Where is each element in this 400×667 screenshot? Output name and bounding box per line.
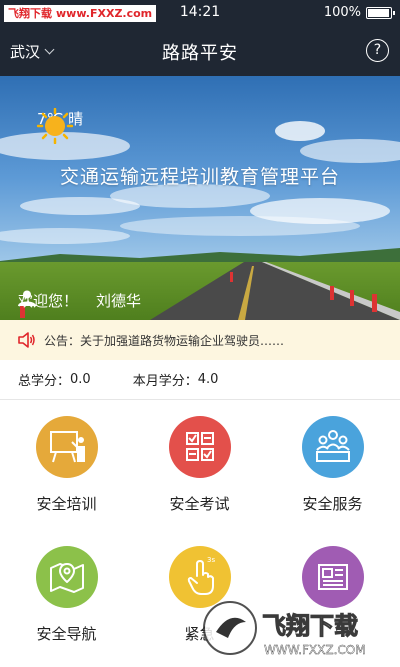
- grid-item-label: 安全培训: [36, 495, 97, 513]
- platform-title: 交通运输远程培训教育管理平台: [59, 166, 340, 188]
- map-pin-icon: [36, 546, 98, 608]
- page-title: 路路平安: [162, 43, 238, 64]
- battery-icon: [366, 6, 395, 19]
- grid-item-safety-exam[interactable]: 安全考试: [133, 400, 266, 530]
- svg-text:3s: 3s: [207, 556, 215, 564]
- grid-item-safety-training[interactable]: 安全培训: [0, 400, 133, 530]
- month-credits-value: 4.0: [197, 372, 219, 387]
- top-nav-bar: 武汉 路路平安 ?: [0, 26, 400, 76]
- battery-fill: [368, 8, 389, 17]
- speaker-icon: [18, 332, 35, 348]
- total-credits-label: 总学分：: [18, 374, 71, 389]
- exam-checklist-icon: [169, 416, 231, 478]
- month-credits-label: 本月学分：: [132, 374, 198, 389]
- hero-banner: 7℃ 晴 交通运输远程培训教育管理平台 欢迎您！ 刘德华: [0, 76, 400, 320]
- training-board-icon: [36, 416, 98, 478]
- weather-widget: 7℃ 晴: [37, 108, 83, 144]
- battery-percent: 100%: [323, 5, 361, 20]
- grid-item-label: 安全导航: [36, 625, 97, 643]
- welcome-row: 欢迎您！ 刘德华: [18, 290, 141, 311]
- grid-item-safety-service[interactable]: 安全服务: [266, 400, 399, 530]
- total-credits-value: 0.0: [70, 372, 91, 387]
- grid-item-label: 安全考试: [169, 495, 230, 513]
- status-bar: 飞翔下载 www.FXXZ.com 14:21 100%: [0, 0, 400, 26]
- svg-text:WWW.FXXZ.COM: WWW.FXXZ.COM: [264, 643, 366, 657]
- announcement-bar[interactable]: 公告：关于加强道路货物运输企业驾驶员……: [0, 320, 400, 360]
- user-name: 刘德华: [96, 292, 142, 310]
- battery-indicator: 100%: [323, 5, 395, 20]
- grid-item-safety-navigation[interactable]: 安全导航: [0, 530, 133, 660]
- announcement-text: 公告：关于加强道路货物运输企业驾驶员……: [44, 333, 285, 348]
- watermark-logo: 飞翔下载 WWW.FXXZ.COM: [203, 601, 366, 657]
- help-icon[interactable]: ?: [366, 39, 389, 62]
- sun-icon: [37, 108, 73, 144]
- svg-text:飞翔下载: 飞翔下载: [262, 612, 358, 640]
- grid-item-label: 安全服务: [302, 495, 363, 513]
- user-icon: [18, 290, 36, 306]
- credits-row: 总学分： 0.0 本月学分： 4.0: [0, 360, 400, 400]
- service-meeting-icon: [302, 416, 364, 478]
